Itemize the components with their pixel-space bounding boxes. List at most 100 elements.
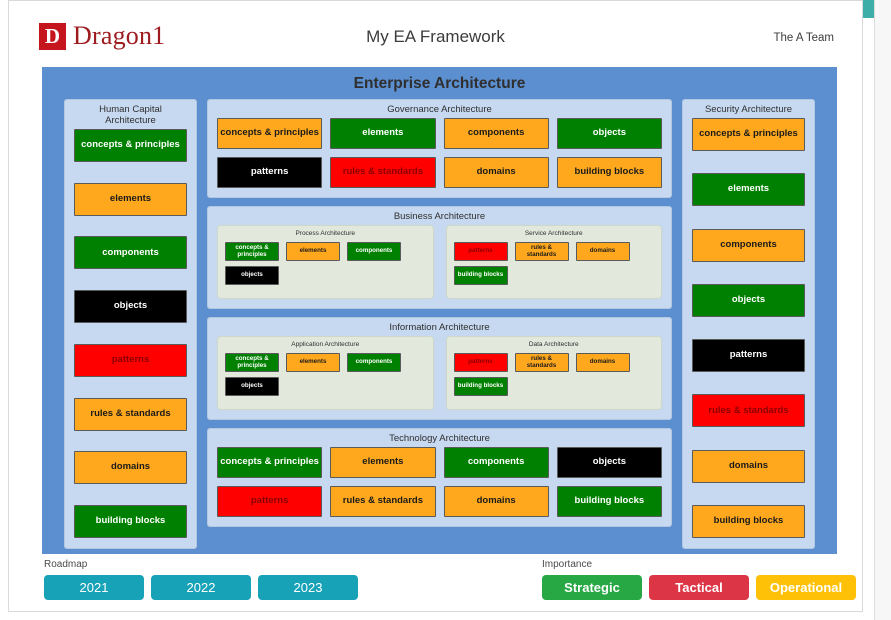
architecture-box[interactable]: rules & standards	[330, 157, 436, 188]
framework-canvas: Enterprise Architecture Human Capital Ar…	[42, 67, 837, 554]
panel-title-information: Information Architecture	[389, 322, 490, 333]
architecture-box[interactable]: elements	[74, 182, 187, 216]
architecture-box[interactable]: components	[443, 447, 549, 478]
architecture-box[interactable]: rules & standards	[514, 242, 569, 261]
panel-title-security: Security Architecture	[704, 104, 793, 115]
page-header: D Dragon1 My EA Framework The A Team	[9, 1, 862, 67]
panel-technology: Technology Architecture concepts & princ…	[207, 428, 672, 527]
legend-button[interactable]: 2023	[258, 575, 358, 600]
team-label: The A Team	[773, 32, 834, 44]
architecture-box[interactable]: elements	[330, 118, 436, 149]
panel-security: Security Architecture concepts & princip…	[682, 99, 815, 549]
architecture-box[interactable]: concepts & principles	[692, 118, 805, 151]
framework-card: D Dragon1 My EA Framework The A Team Ent…	[8, 0, 863, 612]
panel-information: Information Architecture Application Arc…	[207, 317, 672, 420]
page-title: My EA Framework	[366, 27, 505, 46]
panel-business: Business Architecture Process Architectu…	[207, 206, 672, 309]
architecture-box[interactable]: objects	[692, 283, 805, 317]
subpanel-title: Data Architecture	[528, 341, 579, 348]
framework-columns: Human Capital Architecture concepts & pr…	[42, 99, 837, 549]
legend-button[interactable]: Tactical	[649, 575, 749, 600]
architecture-box[interactable]: domains	[575, 353, 630, 372]
subpanel-title: Process Architecture	[295, 230, 356, 237]
architecture-box[interactable]: patterns	[692, 339, 805, 373]
architecture-box[interactable]: components	[347, 353, 401, 372]
legend-bar: Roadmap 2021 2022 2023 Importance Strategi…	[42, 559, 856, 605]
subpanel-row: building blocks	[453, 377, 655, 396]
panel-title-governance: Governance Architecture	[387, 104, 492, 115]
subpanel: Service Architecture patterns rules & stan…	[445, 225, 662, 299]
architecture-box[interactable]: building blocks	[453, 377, 508, 396]
architecture-box[interactable]: building blocks	[74, 504, 187, 538]
architecture-box[interactable]: concepts & principles	[225, 242, 279, 261]
architecture-box[interactable]: patterns	[217, 486, 323, 517]
subpanel-row: objects	[225, 377, 426, 396]
architecture-box[interactable]: building blocks	[556, 157, 662, 188]
legend-button[interactable]: Strategic	[542, 575, 642, 600]
architecture-box[interactable]: concepts & principles	[225, 353, 279, 372]
vertical-scrollbar[interactable]	[874, 0, 891, 620]
human-capital-boxes: concepts & principles elements components o…	[74, 129, 187, 540]
architecture-box[interactable]: patterns	[217, 157, 323, 188]
architecture-box[interactable]: domains	[575, 242, 630, 261]
governance-boxes: concepts & principles elements components o…	[217, 118, 662, 188]
architecture-box[interactable]: elements	[286, 242, 340, 261]
importance-buttons: Strategic Tactical Operational	[542, 575, 856, 600]
architecture-box[interactable]: elements	[692, 173, 805, 207]
roadmap-buttons: 2021 2022 2023	[44, 575, 358, 600]
subpanel-row: concepts & principles elements components	[225, 353, 426, 372]
architecture-box[interactable]: building blocks	[556, 486, 662, 517]
architecture-box[interactable]: rules & standards	[330, 486, 436, 517]
business-subpanels: Process Architecture concepts & principle…	[208, 225, 671, 308]
architecture-box[interactable]: objects	[74, 290, 187, 324]
architecture-box[interactable]: concepts & principles	[74, 129, 187, 162]
architecture-box[interactable]: rules & standards	[74, 397, 187, 431]
legend-button[interactable]: 2022	[151, 575, 251, 600]
page-root: D Dragon1 My EA Framework The A Team Ent…	[0, 0, 891, 620]
legend-label-roadmap: Roadmap	[44, 559, 88, 570]
architecture-box[interactable]: domains	[692, 449, 805, 483]
architecture-box[interactable]: components	[74, 236, 187, 270]
legend-button[interactable]: 2021	[44, 575, 144, 600]
architecture-box[interactable]: components	[692, 228, 805, 262]
architecture-box[interactable]: building blocks	[453, 266, 508, 285]
panel-governance: Governance Architecture concepts & princ…	[207, 99, 672, 198]
architecture-box[interactable]: elements	[330, 447, 436, 478]
legend-importance: Importance Strategic Tactical Operational	[542, 559, 856, 600]
architecture-box[interactable]: domains	[443, 486, 549, 517]
subpanel-title: Application Architecture	[291, 341, 360, 348]
subpanel-row: patterns rules & standards domains	[453, 242, 655, 261]
architecture-box[interactable]: components	[347, 242, 401, 261]
architecture-box[interactable]: objects	[225, 377, 279, 396]
architecture-box[interactable]: components	[443, 118, 549, 149]
legend-button[interactable]: Operational	[756, 575, 856, 600]
panel-title-business: Business Architecture	[393, 211, 486, 222]
architecture-box[interactable]: rules & standards	[692, 394, 805, 428]
legend-label-importance: Importance	[542, 559, 593, 570]
subpanel-row: concepts & principles elements components	[225, 242, 426, 261]
architecture-box[interactable]: patterns	[453, 242, 508, 261]
subpanel-row: building blocks	[453, 266, 655, 285]
information-subpanels: Application Architecture concepts & princ…	[208, 336, 671, 419]
architecture-box[interactable]: objects	[556, 447, 662, 478]
architecture-box[interactable]: elements	[286, 353, 340, 372]
architecture-box[interactable]: patterns	[453, 353, 508, 372]
panel-human-capital: Human Capital Architecture concepts & pr…	[64, 99, 197, 549]
security-boxes: concepts & principles elements components o…	[692, 118, 805, 540]
subpanel-row: patterns rules & standards domains	[453, 353, 655, 372]
legend-roadmap: Roadmap 2021 2022 2023	[44, 559, 358, 600]
center-column: Governance Architecture concepts & princ…	[207, 99, 672, 549]
architecture-box[interactable]: rules & standards	[514, 353, 569, 372]
architecture-box[interactable]: concepts & principles	[217, 118, 323, 149]
scrollbar-thumb[interactable]	[863, 0, 874, 18]
architecture-box[interactable]: domains	[74, 451, 187, 485]
architecture-box[interactable]: building blocks	[692, 504, 805, 538]
panel-title-technology: Technology Architecture	[389, 433, 490, 444]
architecture-box[interactable]: patterns	[74, 343, 187, 377]
architecture-box[interactable]: domains	[443, 157, 549, 188]
architecture-box[interactable]: objects	[225, 266, 279, 285]
subpanel: Process Architecture concepts & principle…	[217, 225, 434, 299]
architecture-box[interactable]: objects	[556, 118, 662, 149]
panel-title-human-capital: Human Capital Architecture	[99, 104, 162, 126]
architecture-box[interactable]: concepts & principles	[217, 447, 323, 478]
